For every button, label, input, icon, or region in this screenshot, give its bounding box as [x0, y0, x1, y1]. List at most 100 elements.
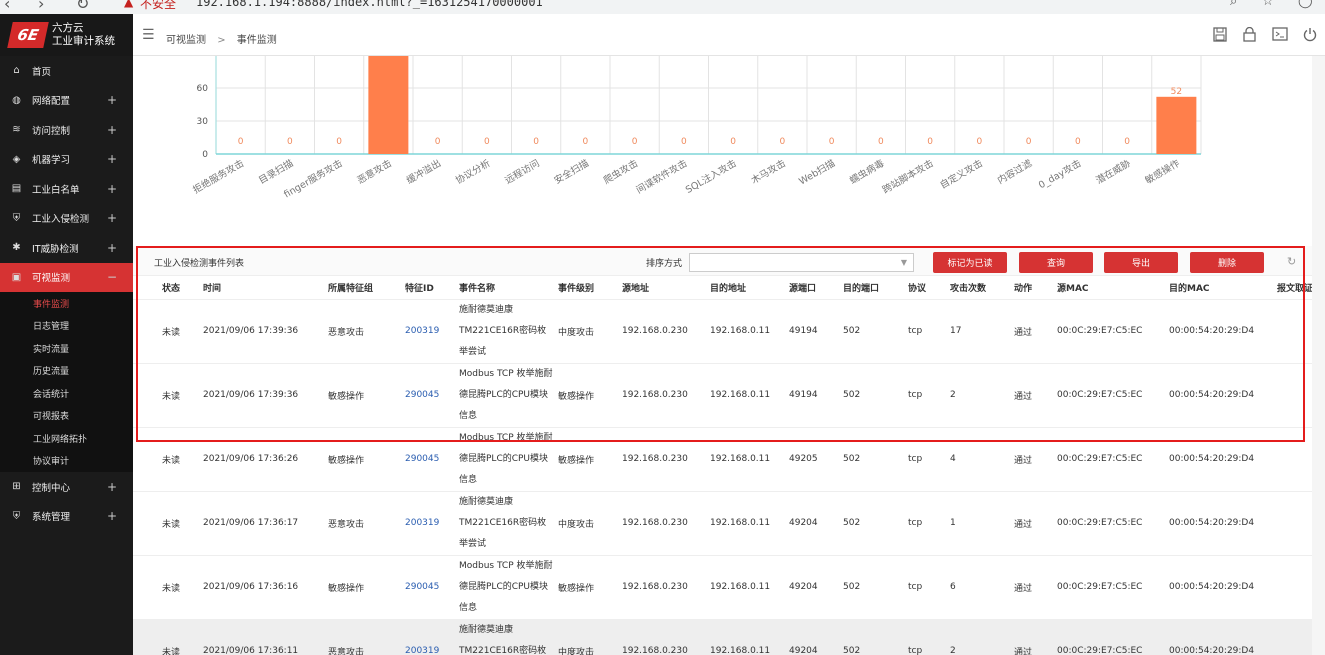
cell-status: 未读 [159, 618, 200, 655]
sidebar-submenu: 事件监测 日志管理 实时流量 历史流量 会话统计 可视报表 工业网络拓扑 协议审计 [0, 292, 133, 472]
col-action[interactable]: 动作 [1011, 276, 1054, 299]
terminal-icon[interactable] [1272, 27, 1288, 45]
sidebar-item[interactable]: ▣ 可视监测 − [0, 262, 133, 292]
forward-arrow-icon[interactable]: › [38, 0, 44, 13]
cell-sig-id[interactable]: 200319 [402, 490, 456, 555]
sidebar-subitem[interactable]: 实时流量 [0, 337, 133, 360]
table-row[interactable]: 未读 2021/09/06 17:36:11 恶意攻击 200319 施耐德莫迪康TM2… [133, 618, 1312, 655]
bar [1156, 96, 1197, 154]
sidebar-item[interactable]: ≋ 访问控制 + [0, 115, 133, 145]
star-icon[interactable]: ☆ [1262, 0, 1274, 9]
col-src[interactable]: 源地址 [619, 276, 707, 299]
cell-evidence[interactable] [1274, 298, 1312, 363]
power-icon[interactable] [1303, 27, 1317, 46]
sidebar-subitem[interactable]: 可视报表 [0, 405, 133, 428]
sidebar-item[interactable]: ⊞ 控制中心 + [0, 472, 133, 502]
col-event-name[interactable]: 事件名称 [456, 276, 555, 299]
col-evidence[interactable]: 报文取证 [1274, 276, 1312, 299]
data-label: 0 [927, 137, 933, 147]
cell-sig-id[interactable]: 290045 [402, 554, 456, 619]
col-dst[interactable]: 目的地址 [707, 276, 786, 299]
cell-action: 通过 [1011, 362, 1054, 427]
cell-sig-id[interactable]: 200319 [402, 298, 456, 363]
cell-sport: 49204 [786, 554, 840, 619]
home-icon: ⌂ [13, 65, 20, 77]
cell-smac: 00:0C:29:E7:C5:EC [1054, 490, 1166, 555]
cell-sig-id[interactable]: 290045 [402, 362, 456, 427]
logo[interactable]: 6E 六方云 工业审计系统 [0, 14, 133, 56]
breadcrumb-item[interactable]: 可视监测 [166, 35, 206, 46]
col-level[interactable]: 事件级别 [555, 276, 619, 299]
table-row[interactable]: 未读 2021/09/06 17:36:17 恶意攻击 200319 施耐德莫迪康TM2… [133, 490, 1312, 555]
cell-proto: tcp [905, 362, 947, 427]
sort-select[interactable]: ▼ [689, 253, 914, 272]
sidebar-item[interactable]: ◍ 网络配置 + [0, 86, 133, 116]
sidebar-subitem[interactable]: 事件监测 [0, 292, 133, 315]
menu-toggle-icon[interactable]: ☰ [142, 27, 155, 43]
cell-dport: 502 [840, 298, 905, 363]
cell-count: 2 [947, 618, 1011, 655]
back-arrow-icon[interactable]: ‹ [4, 0, 10, 13]
table-row[interactable]: 未读 2021/09/06 17:39:36 恶意攻击 200319 施耐德莫迪康TM2… [133, 298, 1312, 363]
x-tick-label: 缓冲溢出 [404, 157, 443, 186]
shield-icon: ⛨ [12, 212, 21, 224]
sidebar-item-label: 网络配置 [32, 96, 71, 108]
data-label: 0 [730, 137, 736, 147]
col-sig-id[interactable]: 特征ID [402, 276, 456, 299]
cell-status: 未读 [159, 554, 200, 619]
col-sport[interactable]: 源端口 [786, 276, 840, 299]
cell-evidence[interactable] [1274, 490, 1312, 555]
search-icon[interactable]: ⌕ [1230, 0, 1237, 9]
delete-button[interactable]: 删除 [1190, 252, 1264, 273]
expand-icon: + [106, 93, 117, 108]
lock-icon[interactable] [1243, 26, 1256, 46]
cell-dst: 192.168.0.11 [707, 426, 786, 491]
sidebar-item[interactable]: ◈ 机器学习 + [0, 145, 133, 175]
profile-icon[interactable]: ◯ [1298, 0, 1313, 9]
cell-evidence[interactable] [1274, 618, 1312, 655]
export-button[interactable]: 导出 [1104, 252, 1178, 273]
table-row[interactable]: 未读 2021/09/06 17:36:16 敏感操作 290045 Modbus TC… [133, 554, 1312, 619]
col-count[interactable]: 攻击次数 [947, 276, 1011, 299]
cell-count: 6 [947, 554, 1011, 619]
reload-icon[interactable]: ↻ [76, 0, 89, 13]
col-smac[interactable]: 源MAC [1054, 276, 1166, 299]
sidebar-item[interactable]: ✱ IT威胁检测 + [0, 233, 133, 263]
refresh-icon[interactable]: ↻ [1287, 255, 1296, 268]
cell-evidence[interactable] [1274, 426, 1312, 491]
cell-sig-id[interactable]: 200319 [402, 618, 456, 655]
table-title: 工业入侵检测事件列表 [154, 259, 245, 269]
vertical-scrollbar[interactable] [1312, 56, 1325, 655]
x-tick-label: 自定义攻击 [938, 157, 985, 191]
sidebar-item[interactable]: ▤ 工业白名单 + [0, 174, 133, 204]
mark-read-button[interactable]: 标记为已读 [933, 252, 1007, 273]
table-row[interactable]: 未读 2021/09/06 17:39:36 敏感操作 290045 Modbus TC… [133, 362, 1312, 427]
sidebar-subitem[interactable]: 工业网络拓扑 [0, 427, 133, 450]
col-dport[interactable]: 目的端口 [840, 276, 905, 299]
sidebar-subitem[interactable]: 会话统计 [0, 382, 133, 405]
sidebar-item-label: 工业白名单 [32, 184, 80, 196]
sidebar-item[interactable]: ⛨ 系统管理 + [0, 502, 133, 532]
cell-dmac: 00:00:54:20:29:D4 [1166, 554, 1274, 619]
cell-proto: tcp [905, 554, 947, 619]
col-proto[interactable]: 协议 [905, 276, 947, 299]
sidebar-item[interactable]: ⛨ 工业入侵检测 + [0, 204, 133, 234]
col-dmac[interactable]: 目的MAC [1166, 276, 1274, 299]
sidebar-subitem[interactable]: 日志管理 [0, 315, 133, 338]
col-status[interactable]: 状态 [159, 276, 200, 299]
query-button[interactable]: 查询 [1019, 252, 1093, 273]
col-time[interactable]: 时间 [200, 276, 325, 299]
sidebar-item-label: 可视监测 [32, 273, 71, 285]
event-table: 状态 时间 所属特征组 特征ID 事件名称 事件级别 源地址 目的地址 源端口 … [133, 276, 1312, 655]
table-row[interactable]: 未读 2021/09/06 17:36:26 敏感操作 290045 Modbus TC… [133, 426, 1312, 491]
cell-evidence[interactable] [1274, 554, 1312, 619]
sidebar-subitem[interactable]: 协议审计 [0, 450, 133, 473]
col-group[interactable]: 所属特征组 [325, 276, 402, 299]
url-field[interactable]: 192.168.1.194:8888/index.html?_=16312541… [196, 0, 543, 9]
cell-sig-id[interactable]: 290045 [402, 426, 456, 491]
sidebar-item[interactable]: ⌂ 首页 [0, 56, 133, 86]
save-icon[interactable] [1213, 27, 1227, 46]
sidebar-subitem[interactable]: 历史流量 [0, 360, 133, 383]
cell-evidence[interactable] [1274, 362, 1312, 427]
cell-dmac: 00:00:54:20:29:D4 [1166, 426, 1274, 491]
